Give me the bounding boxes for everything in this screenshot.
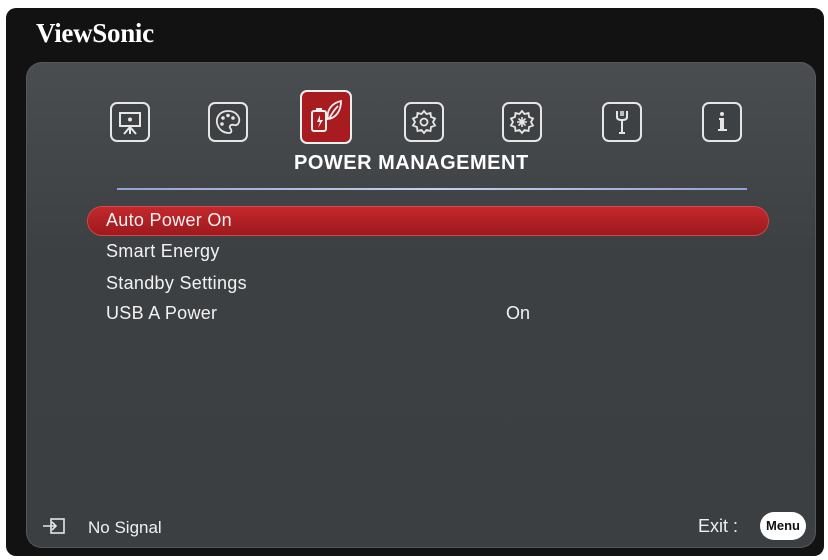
menu-item-label: Auto Power On <box>106 210 232 230</box>
menu-button[interactable]: Menu <box>760 512 806 540</box>
tab-advanced-settings[interactable] <box>502 102 542 142</box>
tab-display[interactable] <box>110 102 150 142</box>
information-icon <box>718 112 727 131</box>
tab-maintenance[interactable] <box>602 102 642 142</box>
signal-status: No Signal <box>88 518 162 537</box>
tab-information[interactable] <box>702 102 742 142</box>
menu-item-label: Standby Settings <box>106 273 247 293</box>
usb-a-power-value: On <box>506 303 531 323</box>
menu-item-auto-power-on[interactable]: Auto Power On <box>88 207 768 235</box>
section-title: POWER MANAGEMENT <box>294 152 529 174</box>
input-source-icon <box>43 518 65 534</box>
tab-power-management[interactable] <box>300 90 352 144</box>
osd-menu-window: ViewSonic POWER MANAGEMENT Auto Power On… <box>6 8 824 556</box>
menu-panel: POWER MANAGEMENT Auto Power On Smart Ene… <box>26 62 816 548</box>
menu-item-label: USB A Power <box>106 303 218 323</box>
exit-label: Exit : <box>698 516 739 536</box>
tab-color[interactable] <box>208 102 248 142</box>
brand-logo: ViewSonic <box>36 18 154 48</box>
display-icon <box>119 112 141 135</box>
power-management-icon <box>311 99 342 132</box>
menu-item-usb-a-power[interactable]: USB A Power On <box>88 300 768 328</box>
tab-basic-settings[interactable] <box>404 102 444 142</box>
basic-settings-icon <box>411 109 437 135</box>
color-palette-icon <box>215 110 241 134</box>
advanced-settings-icon <box>509 109 535 135</box>
maintenance-wrench-icon <box>616 111 628 134</box>
menu-item-smart-energy[interactable]: Smart Energy <box>88 238 768 266</box>
menu-item-standby-settings[interactable]: Standby Settings <box>88 270 768 298</box>
title-divider <box>117 188 747 190</box>
menu-item-label: Smart Energy <box>106 241 220 261</box>
